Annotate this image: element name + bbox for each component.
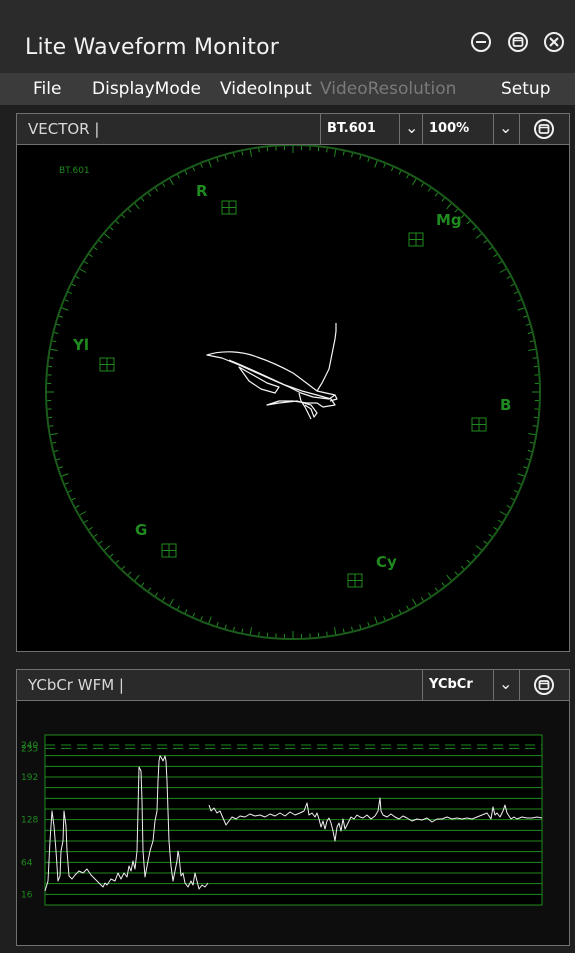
maximize-icon [533,118,555,144]
minimize-icon[interactable] [470,31,492,53]
wfm-scale-label: 235 [21,744,38,754]
wfm-panel-label: YCbCr WFM | [28,676,124,694]
menu-display-mode[interactable]: DisplayMode [92,79,201,99]
vector-maximize-button[interactable] [519,114,570,144]
wfm-maximize-button[interactable] [519,670,570,700]
maximize-icon[interactable] [507,31,529,53]
wfm-scale-labels: 2402351921286416 [21,741,38,900]
zoom-select[interactable]: 100% [422,114,493,144]
vector-panel-label: VECTOR | [28,120,100,138]
wfm-scale-label: 16 [21,890,33,900]
wfm-mode-dropdown-button[interactable]: ⌄ [493,670,519,700]
wfm-scale-label: 192 [21,773,38,783]
target-b-label: B [500,396,511,414]
target-g-label: G [135,521,147,539]
wfm-panel-header: YCbCr WFM | YCbCr ⌄ [17,670,569,701]
wfm-mode-select[interactable]: YCbCr [422,670,493,700]
standard-select-value: BT.601 [327,121,376,136]
chevron-down-icon: ⌄ [499,118,513,137]
zoom-select-value: 100% [429,121,470,136]
menu-video-input[interactable]: VideoInput [220,79,312,99]
menu-bar: File DisplayMode VideoInput VideoResolut… [0,73,575,105]
scope-standard-label: BT.601 [59,166,90,176]
menu-video-resolution: VideoResolution [320,79,457,99]
vector-panel: VECTOR | BT.601 ⌄ 100% ⌄ BT.601 R Mg Yl … [16,113,570,652]
wfm-scale-label: 64 [21,858,33,868]
zoom-dropdown-button[interactable]: ⌄ [493,114,519,144]
app-window: Lite Waveform Monitor File DisplayMode V… [0,0,575,953]
menu-file[interactable]: File [33,79,61,99]
target-cy-label: Cy [376,553,397,571]
wfm-panel: YCbCr WFM | YCbCr ⌄ 240 235 192 128 64 1… [16,669,570,946]
chevron-down-icon: ⌄ [499,674,513,693]
wfm-mode-select-value: YCbCr [429,677,473,692]
close-icon[interactable] [543,31,565,53]
target-r-label: R [196,182,208,200]
target-mg-label: Mg [436,211,462,229]
window-title: Lite Waveform Monitor [25,35,280,60]
chevron-down-icon: ⌄ [405,118,419,137]
target-yl-label: Yl [72,336,89,354]
menu-setup[interactable]: Setup [501,79,550,99]
wfm-scale-label: 128 [21,816,38,826]
standard-dropdown-button[interactable]: ⌄ [399,114,422,144]
maximize-icon [533,674,555,700]
vectorscope-display: BT.601 R Mg Yl B G Cy [17,145,569,651]
standard-select[interactable]: BT.601 [320,114,409,144]
title-bar: Lite Waveform Monitor [0,0,575,73]
waveform-display: 240 235 192 128 64 16 [17,701,569,945]
vector-panel-header: VECTOR | BT.601 ⌄ 100% ⌄ [17,114,569,145]
